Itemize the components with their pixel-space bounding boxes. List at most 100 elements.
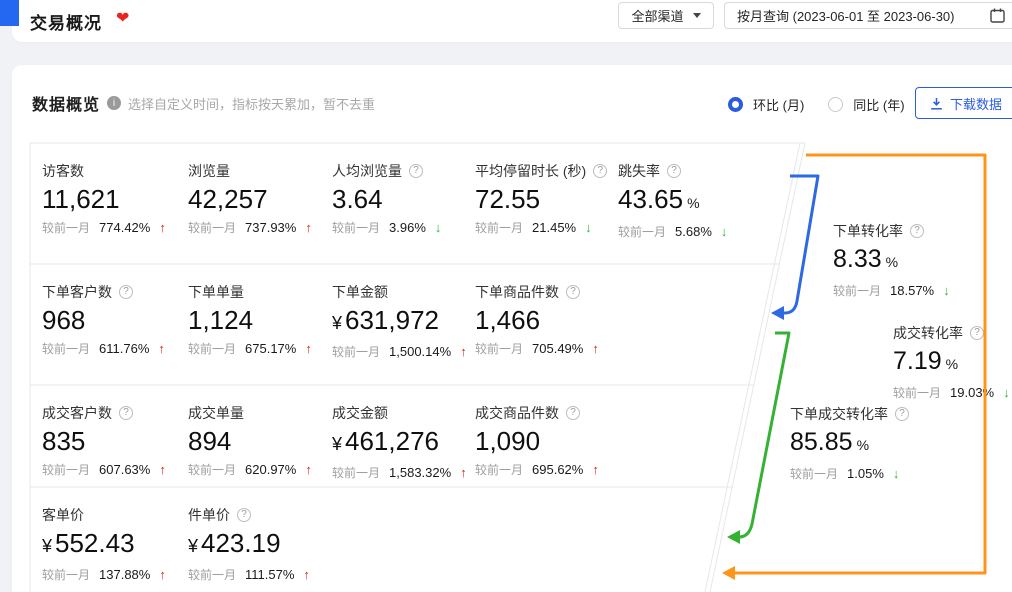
metric-value: 3.64 bbox=[332, 183, 475, 215]
metric-row-traffic: 访客数11,621较前一月774.42%↑浏览量42,257较前一月737.93… bbox=[42, 143, 818, 241]
help-icon[interactable]: ? bbox=[895, 407, 909, 421]
favorite-heart-icon[interactable]: ❤ bbox=[116, 8, 129, 28]
metric-card: 成交商品件数?1,090较前一月695.62%↑ bbox=[475, 385, 618, 482]
help-icon[interactable]: ? bbox=[237, 508, 251, 522]
arrow-up-icon: ↑ bbox=[460, 464, 467, 482]
download-icon bbox=[930, 97, 943, 110]
metric-change: 较前一月19.03%↓ bbox=[893, 384, 1010, 402]
help-icon[interactable]: ? bbox=[119, 285, 133, 299]
arrow-up-icon: ↑ bbox=[159, 566, 166, 584]
overview-header: 数据概览 i 选择自定义时间，指标按天累加，暂不去重 bbox=[32, 91, 375, 115]
metric-row-order: 下单客户数?968 较前一月611.76%↑下单单量1,124较前一月675.17… bbox=[42, 264, 618, 361]
date-range-label: 按月查询 (2023-06-01 至 2023-06-30) bbox=[737, 6, 955, 25]
metric-row-deal: 成交客户数?835 较前一月607.63%↑成交单量894较前一月620.97%↑… bbox=[42, 385, 618, 482]
arrow-up-icon: ↑ bbox=[159, 461, 166, 479]
metric-card: 跳失率?43.65%较前一月5.68%↓ bbox=[618, 143, 818, 241]
calendar-icon[interactable] bbox=[990, 8, 1005, 23]
metric-card: 成交单量894较前一月620.97%↑ bbox=[188, 385, 332, 482]
help-icon[interactable]: ? bbox=[970, 326, 984, 340]
arrow-up-icon: ↑ bbox=[592, 461, 599, 479]
metric-card: 下单成交转化率?85.85%较前一月1.05%↓ bbox=[790, 404, 909, 483]
metric-card: 成交转化率?7.19%较前一月19.03%↓ bbox=[893, 323, 1010, 402]
metric-label: 浏览量 bbox=[188, 161, 332, 181]
metric-label: 下单转化率? bbox=[833, 221, 950, 241]
metric-label: 成交金额 bbox=[332, 403, 475, 423]
arrow-down-icon: ↓ bbox=[435, 219, 442, 237]
metric-card: 下单单量1,124较前一月675.17%↑ bbox=[188, 264, 332, 361]
metric-card: 访客数11,621较前一月774.42%↑ bbox=[42, 143, 188, 241]
arrow-down-icon: ↓ bbox=[1003, 384, 1010, 402]
metric-label: 跳失率? bbox=[618, 161, 818, 181]
metric-value: 1,466 bbox=[475, 304, 618, 336]
metric-label: 成交客户数? bbox=[42, 403, 188, 423]
metric-value: 835 bbox=[42, 425, 188, 457]
download-label: 下载数据 bbox=[950, 94, 1002, 113]
metric-value: 1,090 bbox=[475, 425, 618, 457]
metric-change: 较前一月737.93%↑ bbox=[188, 219, 332, 237]
metric-value: 72.55 bbox=[475, 183, 618, 215]
radio-yoy-label[interactable]: 同比 (年) bbox=[853, 95, 904, 114]
metric-value: 85.85% bbox=[790, 426, 909, 461]
metric-label: 件单价? bbox=[188, 505, 332, 525]
metric-card: 浏览量42,257 较前一月737.93%↑ bbox=[188, 143, 332, 241]
metric-change: 较前一月137.88%↑ bbox=[42, 566, 188, 584]
compare-mode-controls: 环比 (月) 同比 (年) bbox=[728, 95, 919, 114]
date-range-picker[interactable]: 按月查询 (2023-06-01 至 2023-06-30) bbox=[724, 2, 1012, 29]
metric-change: 较前一月695.62%↑ bbox=[475, 461, 618, 479]
metric-value: 968 bbox=[42, 304, 188, 336]
help-icon[interactable]: ? bbox=[910, 224, 924, 238]
arrow-up-icon: ↑ bbox=[303, 566, 310, 584]
metric-label: 平均停留时长 (秒)? bbox=[475, 161, 618, 181]
radio-mom[interactable] bbox=[728, 97, 743, 112]
help-icon[interactable]: ? bbox=[667, 164, 681, 178]
metric-label: 下单客户数? bbox=[42, 282, 188, 302]
page-title: 交易概况 bbox=[30, 9, 102, 34]
metric-value: 42,257 bbox=[188, 183, 332, 215]
metric-change: 较前一月3.96%↓ bbox=[332, 219, 475, 237]
arrow-down-icon: ↓ bbox=[721, 223, 728, 241]
metric-value: 11,621 bbox=[42, 183, 188, 215]
metric-value: ¥631,972 bbox=[332, 304, 475, 339]
metric-change: 较前一月620.97%↑ bbox=[188, 461, 332, 479]
arrow-up-icon: ↑ bbox=[305, 219, 312, 237]
metric-change: 较前一月1,500.14%↑ bbox=[332, 343, 475, 361]
metric-label: 成交单量 bbox=[188, 403, 332, 423]
metric-card: 平均停留时长 (秒)?72.55较前一月21.45%↓ bbox=[475, 143, 618, 241]
channel-select-label: 全部渠道 bbox=[631, 6, 683, 25]
channel-select-dropdown[interactable]: 全部渠道 bbox=[618, 2, 714, 29]
help-icon[interactable]: ? bbox=[566, 406, 580, 420]
help-icon[interactable]: ? bbox=[566, 285, 580, 299]
help-icon[interactable]: ? bbox=[409, 164, 423, 178]
metric-label: 下单成交转化率? bbox=[790, 404, 909, 424]
overview-title: 数据概览 bbox=[32, 91, 100, 115]
metric-card: 下单转化率?8.33%较前一月18.57%↓ bbox=[833, 221, 950, 300]
arrow-down-icon: ↓ bbox=[943, 282, 950, 300]
corner-accent bbox=[0, 0, 19, 26]
download-data-button[interactable]: 下载数据 bbox=[915, 87, 1012, 119]
help-icon[interactable]: ? bbox=[593, 164, 607, 178]
metric-change: 较前一月611.76%↑ bbox=[42, 340, 188, 358]
funnel-deal-conversion: 成交转化率?7.19%较前一月19.03%↓ bbox=[893, 323, 1010, 402]
metric-value: 8.33% bbox=[833, 243, 950, 278]
radio-mom-label[interactable]: 环比 (月) bbox=[753, 95, 804, 114]
arrow-up-icon: ↑ bbox=[305, 461, 312, 479]
metric-change: 较前一月111.57%↑ bbox=[188, 566, 332, 584]
metric-label: 下单单量 bbox=[188, 282, 332, 302]
metric-label: 下单金额 bbox=[332, 282, 475, 302]
metric-value: 1,124 bbox=[188, 304, 332, 336]
metric-card: 下单客户数?968 较前一月611.76%↑ bbox=[42, 264, 188, 361]
metric-label: 成交转化率? bbox=[893, 323, 1010, 343]
radio-yoy[interactable] bbox=[828, 97, 843, 112]
metric-label: 客单价 bbox=[42, 505, 188, 525]
info-icon[interactable]: i bbox=[107, 96, 121, 110]
chevron-down-icon bbox=[693, 13, 701, 18]
arrow-up-icon: ↑ bbox=[305, 340, 312, 358]
funnel-order-conversion: 下单转化率?8.33%较前一月18.57%↓ bbox=[833, 221, 950, 300]
metric-change: 较前一月705.49%↑ bbox=[475, 340, 618, 358]
metric-value: ¥423.19 bbox=[188, 527, 332, 562]
help-icon[interactable]: ? bbox=[119, 406, 133, 420]
metric-change: 较前一月607.63%↑ bbox=[42, 461, 188, 479]
funnel-order-deal-conversion: 下单成交转化率?85.85%较前一月1.05%↓ bbox=[790, 404, 909, 483]
metric-label: 人均浏览量? bbox=[332, 161, 475, 181]
metric-change: 较前一月774.42%↑ bbox=[42, 219, 188, 237]
